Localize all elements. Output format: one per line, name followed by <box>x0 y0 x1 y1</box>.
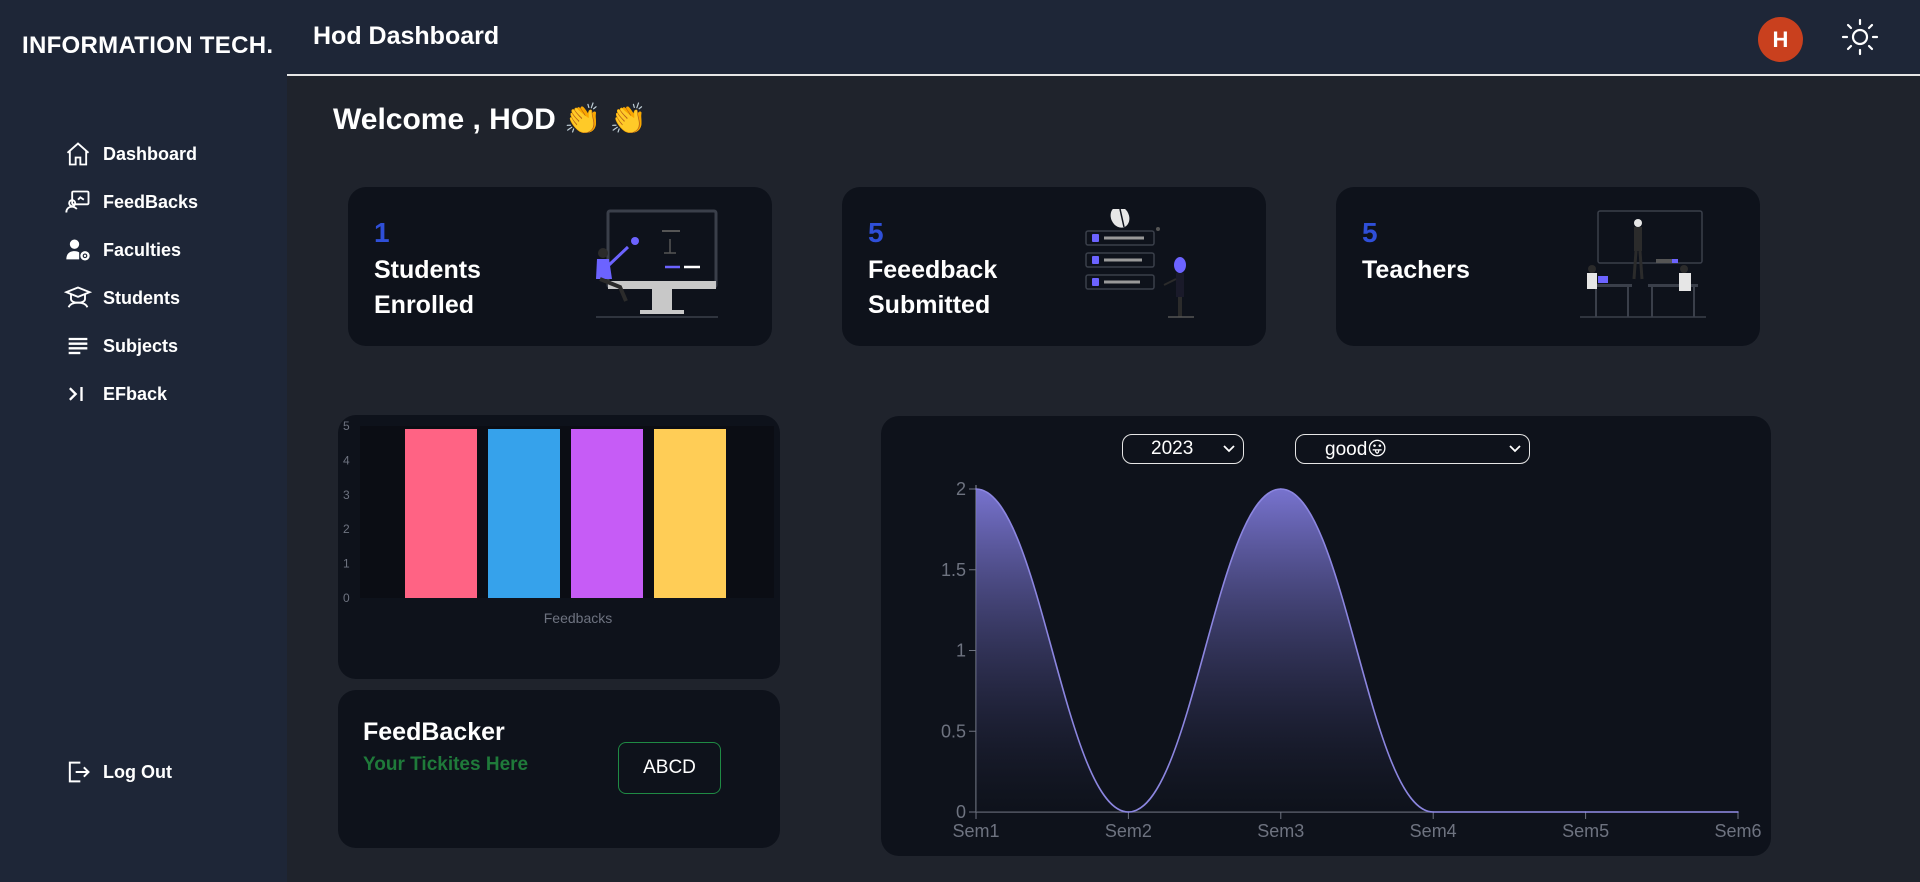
chevron-down-icon <box>1223 445 1235 453</box>
sidebar-item-dashboard[interactable]: Dashboard <box>64 130 198 178</box>
avatar[interactable]: H <box>1758 17 1803 62</box>
sidebar-item-students[interactable]: Students <box>64 274 198 322</box>
logout-button[interactable]: Log Out <box>64 758 172 786</box>
top-bar: Hod Dashboard H <box>287 0 1920 76</box>
sidebar-item-subjects[interactable]: Subjects <box>64 322 198 370</box>
data-point <box>1584 811 1587 813</box>
bar <box>405 429 477 598</box>
logout-label: Log Out <box>103 761 172 782</box>
stat-number: 5 <box>1362 217 1378 248</box>
stat-number: 5 <box>868 217 884 248</box>
y-tick-label: 2 <box>956 479 966 499</box>
brand-title: INFORMATION TECH. <box>22 32 274 59</box>
ticket-button[interactable]: ABCD <box>618 742 721 794</box>
page-title: Hod Dashboard <box>313 22 500 50</box>
ticket-subtitle: Your Tickites Here <box>363 754 529 775</box>
sidebar-item-label: EFback <box>103 383 168 404</box>
rating-select[interactable]: good😛 <box>1295 434 1530 464</box>
bar <box>571 429 643 598</box>
logout-icon <box>68 761 90 783</box>
x-tick-label: Sem6 <box>1714 821 1761 841</box>
feedback-list-illustration-icon <box>1085 209 1194 318</box>
sidebar: INFORMATION TECH. Dashboard FeedBacks Fa… <box>0 0 287 882</box>
bar-chart-card: 0 1 2 3 4 5 Feedbacks <box>338 415 780 679</box>
bar-chart: 0 1 2 3 4 5 Feedbacks <box>343 419 774 626</box>
classroom-illustration-icon <box>1580 210 1706 318</box>
student-icon <box>64 286 92 308</box>
list-icon <box>68 337 88 355</box>
welcome-heading: Welcome , HOD 👏 👏 <box>333 103 648 136</box>
rating-select-value: good😛 <box>1325 438 1388 460</box>
data-point <box>1432 811 1434 813</box>
sidebar-item-label: Subjects <box>103 335 179 356</box>
y-tick-label: 0 <box>956 802 966 822</box>
sidebar-item-label: Faculties <box>103 239 182 260</box>
y-tick-label: 1 <box>956 641 966 661</box>
sidebar-item-label: Dashboard <box>103 143 198 164</box>
data-point <box>1127 811 1130 813</box>
faculty-icon <box>66 239 90 261</box>
ticket-card: FeedBacker Your Tickites Here ABCD <box>338 690 780 848</box>
stat-card-students: 1 Students Enrolled <box>348 187 772 346</box>
y-tick-label: 4 <box>343 453 350 467</box>
sun-icon[interactable] <box>1840 17 1880 57</box>
year-select[interactable]: 2023 <box>1122 434 1244 464</box>
stat-card-teachers: 5 Teachers <box>1336 187 1760 346</box>
stat-label: Teachers <box>1362 256 1470 284</box>
stat-number: 1 <box>374 217 390 248</box>
x-tick-label: Sem5 <box>1562 821 1609 841</box>
sidebar-item-label: Students <box>103 287 181 308</box>
data-point <box>1737 811 1739 813</box>
sidebar-item-feedbacks[interactable]: FeedBacks <box>64 178 198 226</box>
stat-card-feedback: 5 Feeedback Submitted <box>842 187 1266 346</box>
stat-label: Students Enrolled <box>374 256 481 319</box>
sidebar-item-efback[interactable]: EFback <box>64 370 198 418</box>
y-tick-label: 1.5 <box>941 560 966 580</box>
y-tick-label: 2 <box>343 522 350 536</box>
bar <box>488 429 560 598</box>
year-select-value: 2023 <box>1151 438 1194 459</box>
ticket-title: FeedBacker <box>363 718 505 746</box>
line-chart: 0 0.5 1 1.5 2 Sem1 Sem2 Sem3 Sem4 Sem5 Sem6 <box>941 479 1762 841</box>
x-tick-label: Sem2 <box>1105 821 1152 841</box>
y-tick-label: 0.5 <box>941 721 966 741</box>
sidebar-item-faculties[interactable]: Faculties <box>64 226 198 274</box>
line-chart-card: 2023 good😛 0 0.5 1 1.5 2 Sem1 Sem2 Sem3 Sem4 Sem5… <box>881 416 1771 856</box>
y-tick-label: 5 <box>343 419 350 433</box>
chevron-down-icon <box>1509 445 1521 453</box>
computer-illustration-icon <box>596 209 718 318</box>
arrow-bar-icon <box>69 387 83 401</box>
sidebar-item-label: FeedBacks <box>103 191 199 212</box>
x-axis-label: Feedbacks <box>544 610 612 626</box>
x-tick-label: Sem1 <box>952 821 999 841</box>
sidebar-nav: Dashboard FeedBacks Faculties Students S… <box>64 130 198 418</box>
home-icon <box>66 142 90 166</box>
data-point <box>975 488 977 490</box>
feedback-icon <box>65 190 90 213</box>
y-tick-label: 3 <box>343 488 350 502</box>
x-tick-label: Sem3 <box>1257 821 1304 841</box>
y-tick-label: 0 <box>343 591 350 605</box>
data-point <box>1280 488 1282 490</box>
bar <box>654 429 726 598</box>
stat-label: Feeedback Submitted <box>868 256 998 319</box>
x-tick-label: Sem4 <box>1410 821 1457 841</box>
y-tick-label: 1 <box>343 557 350 571</box>
